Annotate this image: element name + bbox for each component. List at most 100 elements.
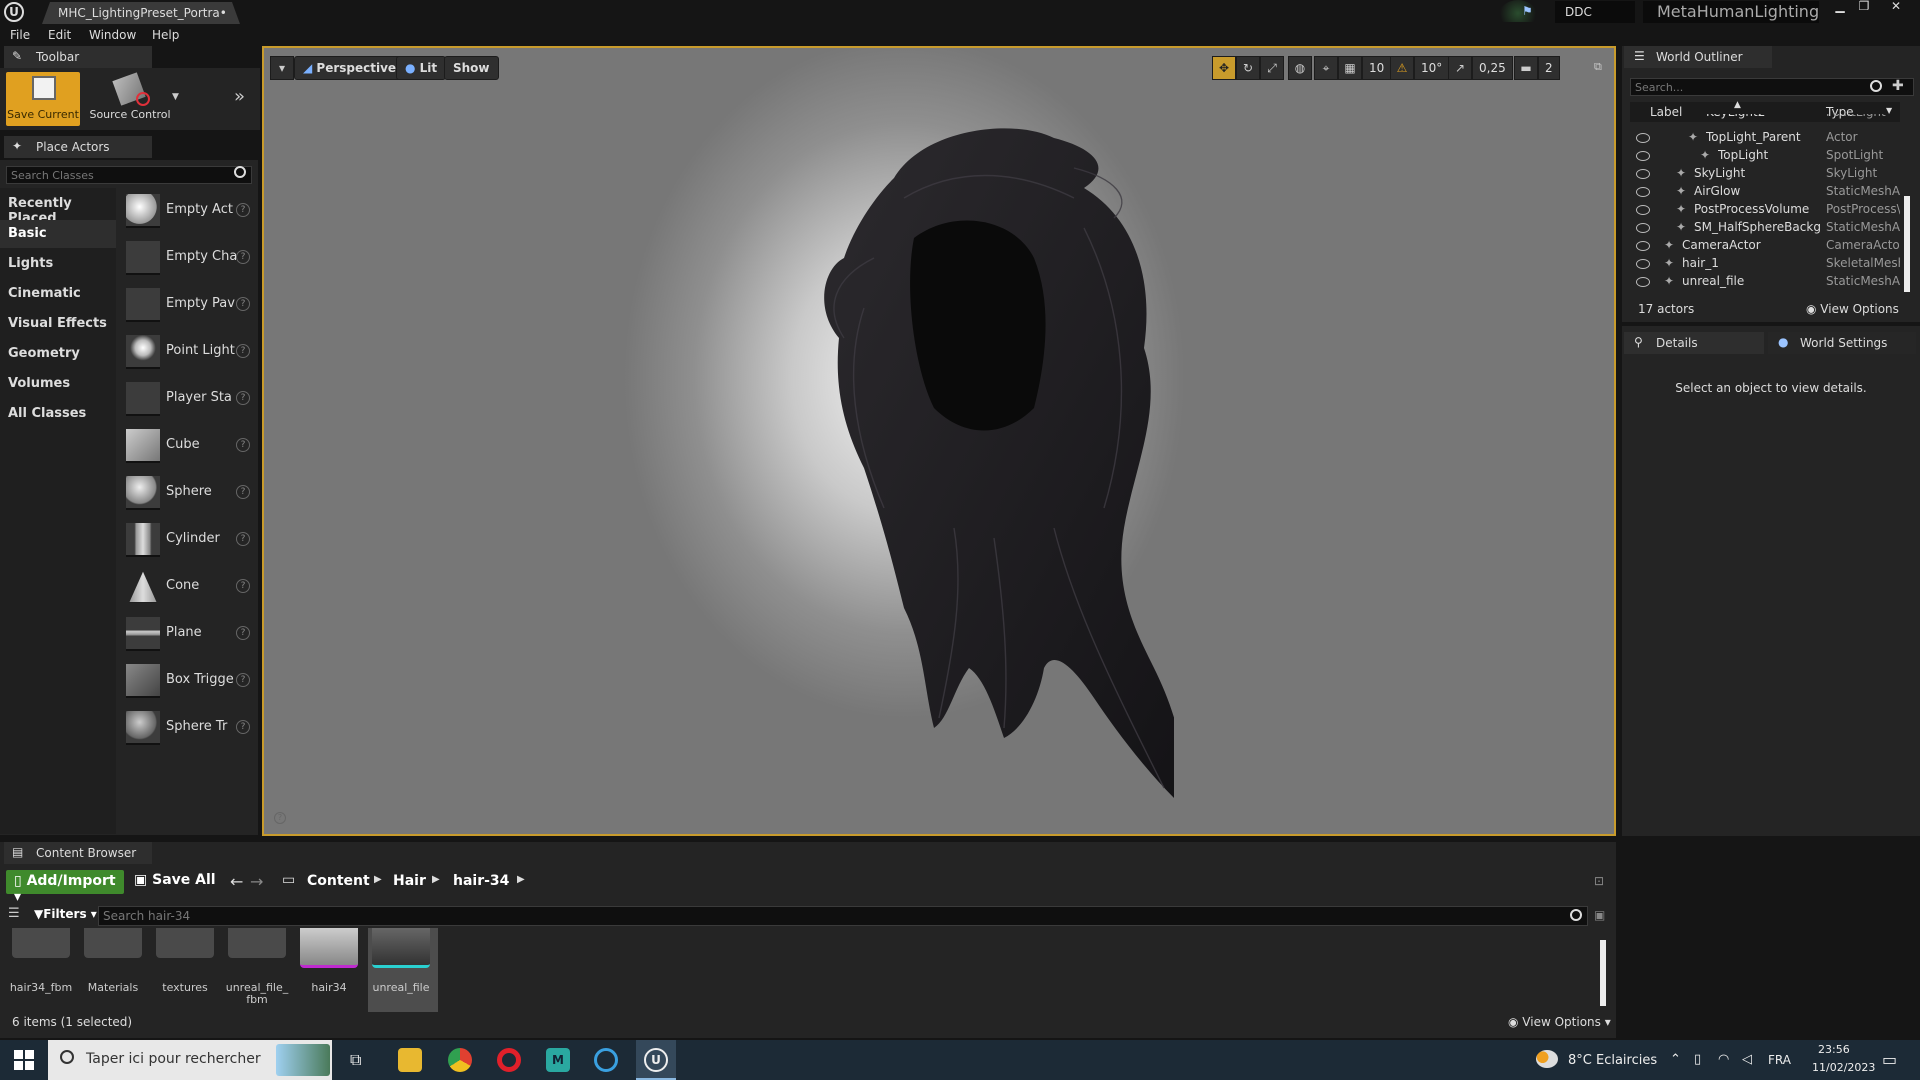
tray-chevron-icon[interactable]: ⌃ bbox=[1670, 1052, 1681, 1067]
breadcrumb-hair[interactable]: Hair bbox=[393, 873, 426, 889]
tab-content-browser[interactable]: ▤ Content Browser bbox=[4, 842, 152, 864]
viewport-options-dropdown[interactable]: ▾ bbox=[270, 56, 294, 80]
help-icon[interactable]: ? bbox=[236, 438, 250, 452]
camera-speed-value[interactable]: 2 bbox=[1538, 56, 1560, 80]
help-icon[interactable]: ? bbox=[236, 203, 250, 217]
category-lights[interactable]: Lights bbox=[0, 250, 116, 278]
rotation-snap-value[interactable]: 10° bbox=[1414, 56, 1450, 80]
category-all-classes[interactable]: All Classes bbox=[0, 400, 116, 428]
scale-snap-icon[interactable]: ↗ bbox=[1448, 56, 1472, 80]
save-search-icon[interactable]: ▣ bbox=[1594, 908, 1605, 922]
visibility-eye-icon[interactable] bbox=[1636, 205, 1650, 215]
help-icon[interactable]: ? bbox=[236, 344, 250, 358]
breadcrumb-hair-34[interactable]: hair-34 bbox=[453, 873, 509, 889]
source-control-dropdown-icon[interactable]: ▼ bbox=[172, 92, 179, 102]
world-local-icon[interactable]: ◍ bbox=[1288, 56, 1312, 80]
camera-speed-icon[interactable]: ▬ bbox=[1514, 56, 1538, 80]
weather-text[interactable]: 8°C Eclaircies bbox=[1568, 1053, 1657, 1068]
notification-flag-icon[interactable]: ⚑ bbox=[1522, 4, 1538, 18]
help-icon[interactable]: ? bbox=[236, 250, 250, 264]
tab-place-actors[interactable]: ✦ Place Actors bbox=[4, 136, 152, 158]
rotation-snap-icon[interactable]: ⚠ bbox=[1390, 56, 1414, 80]
breadcrumb-content[interactable]: Content bbox=[307, 873, 370, 889]
tab-world-settings[interactable]: ● World Settings bbox=[1768, 332, 1916, 354]
wifi-icon[interactable]: ◠ bbox=[1718, 1052, 1729, 1067]
menu-window[interactable]: Window bbox=[89, 28, 136, 42]
content-search-input[interactable]: Search hair-34 bbox=[98, 906, 1588, 926]
actor-player-start[interactable]: Player Sta? bbox=[124, 378, 254, 422]
help-icon[interactable]: ? bbox=[236, 579, 250, 593]
document-tab[interactable]: MHC_LightingPreset_Portra• bbox=[42, 2, 240, 24]
help-icon[interactable]: ? bbox=[236, 720, 250, 734]
lock-icon[interactable]: ⊡ bbox=[1594, 874, 1604, 888]
help-icon[interactable]: ? bbox=[236, 297, 250, 311]
asset-folder[interactable]: textures bbox=[152, 928, 218, 1008]
lit-button[interactable]: ● Lit bbox=[396, 56, 447, 80]
scale-snap-value[interactable]: 0,25 bbox=[1472, 56, 1513, 80]
save-all-button[interactable]: ▣ Save All bbox=[134, 872, 216, 896]
menu-file[interactable]: File bbox=[10, 28, 30, 42]
level-viewport[interactable]: ▾ ◢ Perspective ● Lit Show ✥ ↻ ⤢ ◍ ⌖ ▦ 1… bbox=[262, 46, 1616, 836]
rotate-tool-icon[interactable]: ↻ bbox=[1236, 56, 1260, 80]
show-button[interactable]: Show bbox=[444, 56, 499, 80]
outliner-row[interactable]: ✦ SM_HalfSphereBackg StaticMeshAc bbox=[1630, 220, 1900, 238]
tab-details[interactable]: ⚲ Details bbox=[1624, 332, 1764, 354]
perspective-button[interactable]: ◢ Perspective bbox=[294, 56, 406, 80]
search-classes-input[interactable]: Search Classes bbox=[6, 166, 252, 184]
help-icon[interactable]: ? bbox=[236, 532, 250, 546]
add-import-button[interactable]: ▯ Add/Import ▾ bbox=[6, 870, 124, 905]
visibility-eye-icon[interactable] bbox=[1636, 259, 1650, 269]
outliner-row[interactable]: ✦KeyLight2PointLight bbox=[1630, 114, 1900, 124]
maximize-viewport-icon[interactable]: ⧉ bbox=[1594, 60, 1602, 74]
help-icon[interactable]: ? bbox=[236, 673, 250, 687]
asset-skeletal-mesh[interactable]: hair34 bbox=[296, 928, 362, 1008]
actor-plane[interactable]: Plane? bbox=[124, 613, 254, 657]
outliner-row[interactable]: ✦ CameraActor CameraActor bbox=[1630, 238, 1900, 256]
actor-point-light[interactable]: Point Light? bbox=[124, 331, 254, 375]
content-view-options[interactable]: ◉ View Options ▾ bbox=[1508, 1015, 1611, 1029]
outliner-row[interactable]: ✦ PostProcessVolume PostProcess\ bbox=[1630, 202, 1900, 220]
opera-icon[interactable] bbox=[497, 1048, 521, 1072]
tray-device-icon[interactable]: ▯ bbox=[1694, 1052, 1701, 1067]
ddc-indicator[interactable]: DDC bbox=[1555, 1, 1635, 23]
viewport-info-icon[interactable]: ? bbox=[274, 812, 286, 824]
actor-sphere-trigger[interactable]: Sphere Tr? bbox=[124, 707, 254, 751]
sort-arrow-icon[interactable]: ▲ bbox=[1734, 100, 1741, 110]
category-recently-placed[interactable]: Recently Placed bbox=[0, 190, 116, 226]
asset-folder[interactable]: hair34_fbm bbox=[8, 928, 74, 1008]
back-arrow-icon[interactable]: ← bbox=[230, 872, 243, 891]
pin-icon[interactable]: ✚ bbox=[1892, 78, 1904, 94]
category-basic[interactable]: Basic bbox=[0, 220, 116, 248]
language-indicator[interactable]: FRA bbox=[1768, 1053, 1791, 1067]
visibility-eye-icon[interactable] bbox=[1636, 277, 1650, 287]
visibility-eye-icon[interactable] bbox=[1636, 241, 1650, 251]
close-window-button[interactable]: ✕ bbox=[1884, 0, 1908, 14]
outliner-scrollbar[interactable] bbox=[1904, 196, 1910, 292]
source-control-button[interactable]: Source Control bbox=[88, 72, 172, 126]
help-icon[interactable]: ? bbox=[236, 626, 250, 640]
asset-folder[interactable]: unreal_file_ fbm bbox=[224, 928, 290, 1008]
visibility-eye-icon[interactable] bbox=[1636, 169, 1650, 179]
chrome-icon[interactable] bbox=[448, 1048, 472, 1072]
category-cinematic[interactable]: Cinematic bbox=[0, 280, 116, 308]
menu-edit[interactable]: Edit bbox=[48, 28, 71, 42]
outliner-row[interactable]: ✦ unreal_file StaticMeshAc bbox=[1630, 274, 1900, 292]
file-explorer-icon[interactable] bbox=[398, 1048, 422, 1072]
weather-icon[interactable] bbox=[1536, 1050, 1558, 1068]
c-app-icon[interactable] bbox=[594, 1048, 618, 1072]
actor-empty-pawn[interactable]: Empty Pav? bbox=[124, 284, 254, 328]
actor-sphere[interactable]: Sphere? bbox=[124, 472, 254, 516]
scale-tool-icon[interactable]: ⤢ bbox=[1260, 56, 1284, 80]
tab-world-outliner[interactable]: ☰ World Outliner bbox=[1624, 46, 1772, 68]
actor-cube[interactable]: Cube? bbox=[124, 425, 254, 469]
actor-empty-character[interactable]: Empty Cha? bbox=[124, 237, 254, 281]
windows-start-icon[interactable] bbox=[14, 1050, 34, 1070]
actor-cone[interactable]: Cone? bbox=[124, 566, 254, 610]
visibility-eye-icon[interactable] bbox=[1636, 133, 1650, 143]
maya-icon[interactable]: M bbox=[546, 1048, 570, 1072]
category-volumes[interactable]: Volumes bbox=[0, 370, 116, 398]
outliner-row[interactable]: ✦ TopLight SpotLight bbox=[1630, 148, 1900, 166]
clock-time[interactable]: 23:56 bbox=[1818, 1043, 1850, 1056]
asset-folder[interactable]: Materials bbox=[80, 928, 146, 1008]
actor-cylinder[interactable]: Cylinder? bbox=[124, 519, 254, 563]
